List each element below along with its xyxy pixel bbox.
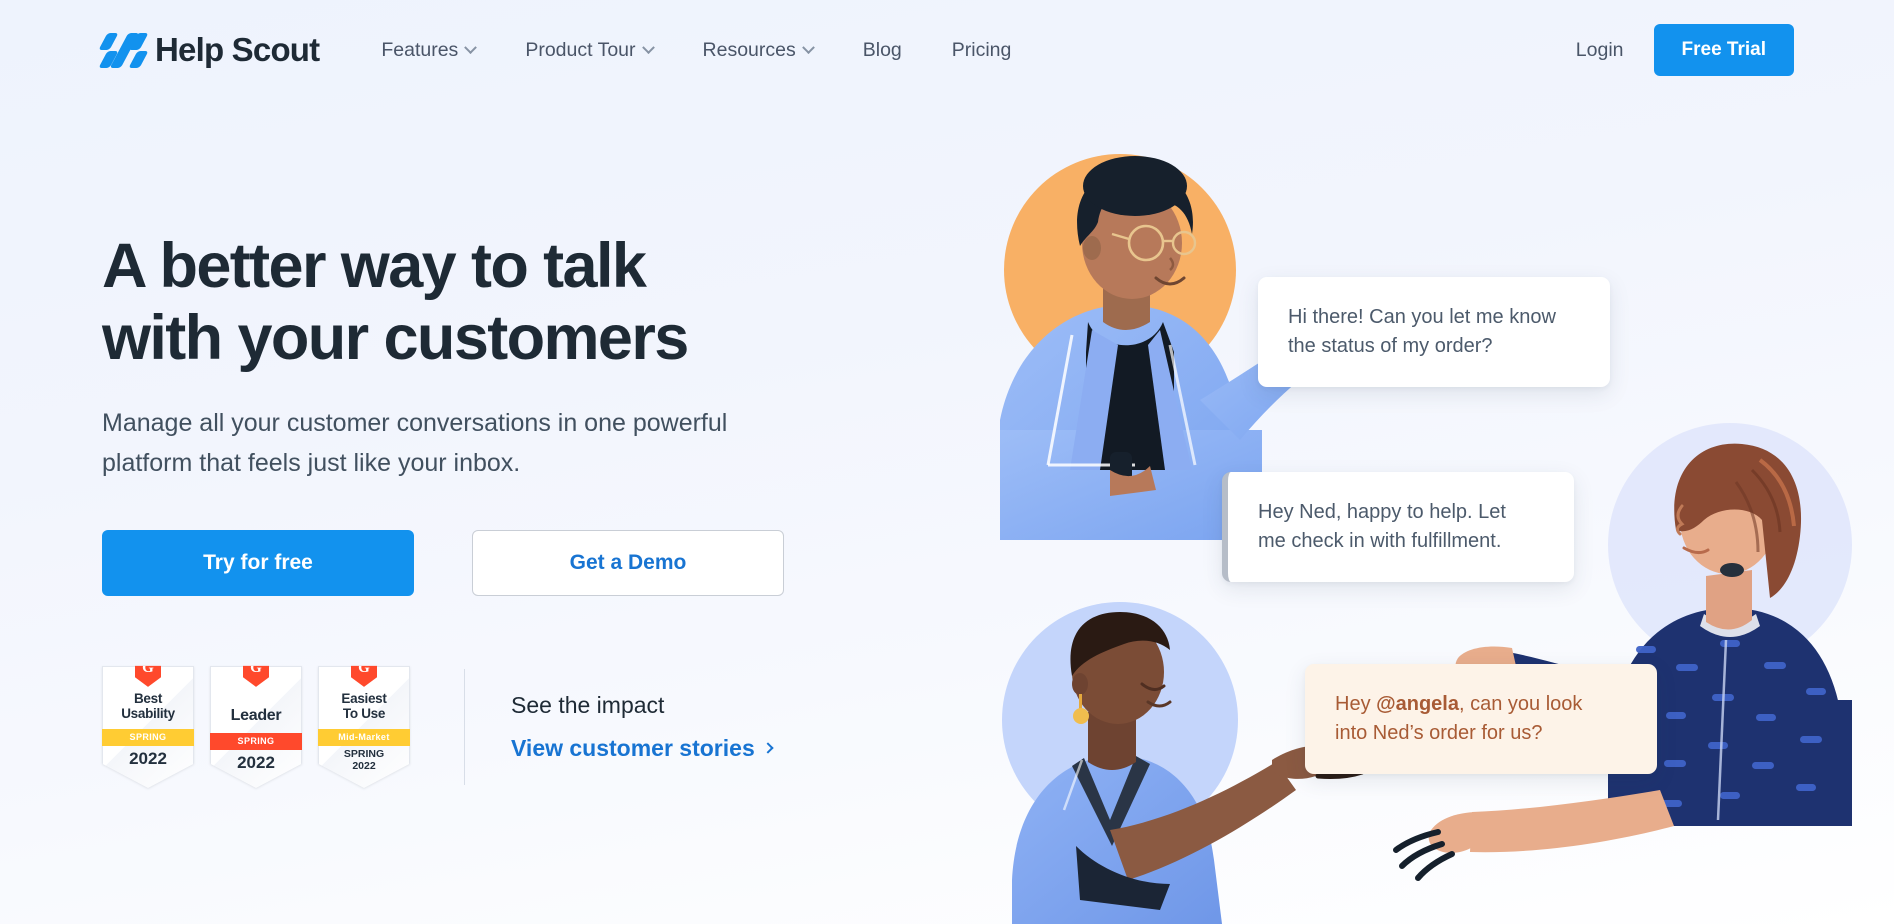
divider [464,668,465,785]
nav-item-features[interactable]: Features [381,38,478,62]
badge-title-line2: To Use [342,706,386,722]
note-suffix: , can you look [1459,693,1583,715]
view-customer-stories-link[interactable]: View customer stories [511,734,774,762]
page-title: A better way to talk with your customers [102,231,689,374]
nav-label: Product Tour [525,38,636,61]
nav-item-product-tour[interactable]: Product Tour [525,38,655,62]
brand-name: Help Scout [155,31,320,68]
chevron-right-icon [762,742,774,755]
nav-label: Pricing [951,38,1012,61]
badge-title-line1: Easiest [341,690,387,706]
impact-block: See the impact View customer stories [511,691,774,762]
chat-bubble-agent-reply: Hey Ned, happy to help. Let me check in … [1222,472,1574,582]
mention-angela: @angela [1376,693,1459,715]
g2-badge-easiest-to-use[interactable]: G Easiest To Use Mid-Market SPRING 2022 [318,665,410,788]
bubble-line-2: the status of my order? [1288,335,1493,357]
badge-year: 2022 [237,752,275,772]
hero-copy: A better way to talk with your customers… [102,100,862,788]
chat-bubble-customer-question: Hi there! Can you let me know the status… [1258,277,1610,387]
badge-year-sub: 2022 [352,760,376,773]
hero-cta-row: Try for free Get a Demo [102,529,862,596]
nav-label: Resources [702,38,796,61]
impact-link-label: View customer stories [511,734,755,761]
social-proof-row: G Best Usability SPRING 2022 G Leader SP… [102,665,862,788]
g2-logo-icon: G [135,665,161,687]
primary-nav: Features Product Tour Resources Blog Pri… [381,39,1011,62]
g2-badge-leader[interactable]: G Leader SPRING 2022 [210,665,302,788]
badge-ribbon: Mid-Market [318,729,410,747]
badge-ribbon: SPRING [102,729,194,747]
helpscout-logo-icon [98,30,149,70]
badge-year: SPRING [343,748,385,761]
try-for-free-button[interactable]: Try for free [102,529,414,596]
g2-logo-icon: G [351,665,377,687]
login-link[interactable]: Login [1576,39,1624,62]
nav-item-resources[interactable]: Resources [702,38,815,62]
badge-title-line2: Usability [121,706,175,722]
bubble-line-1: Hey Ned, happy to help. Let [1258,501,1506,523]
nav-item-pricing[interactable]: Pricing [952,39,1012,62]
site-header: Help Scout Features Product Tour Resourc… [0,0,1894,100]
free-trial-button[interactable]: Free Trial [1653,24,1794,76]
get-a-demo-button[interactable]: Get a Demo [472,529,784,596]
note-prefix: Hey [1335,693,1377,715]
g2-logo-icon: G [243,665,269,687]
impact-title: See the impact [511,691,665,718]
nav-label: Blog [862,38,902,61]
badge-title-line1: Leader [230,706,282,724]
bubble-line-1: Hey @angela, can you look [1335,690,1627,719]
bubble-line-2: me check in with fulfillment. [1258,530,1502,552]
brand-logo-link[interactable]: Help Scout [98,30,320,70]
badge-year: 2022 [129,749,167,769]
hero-subtitle: Manage all your customer conversations i… [102,408,728,478]
bubble-line-2: into Ned’s order for us? [1335,722,1543,744]
chat-bubble-internal-note: Hey @angela, can you look into Ned’s ord… [1305,664,1657,774]
g2-badge-best-usability[interactable]: G Best Usability SPRING 2022 [102,665,194,788]
bubble-line-1: Hi there! Can you let me know [1288,306,1556,328]
g2-badges: G Best Usability SPRING 2022 G Leader SP… [102,665,410,788]
nav-item-blog[interactable]: Blog [863,39,902,62]
chevron-down-icon [801,40,815,54]
nav-label: Features [381,38,459,61]
badge-ribbon: SPRING [210,732,302,750]
header-actions: Login Free Trial [1576,24,1794,76]
badge-title-line1: Best [133,690,163,706]
chevron-down-icon [641,40,655,54]
chevron-down-icon [464,40,478,54]
